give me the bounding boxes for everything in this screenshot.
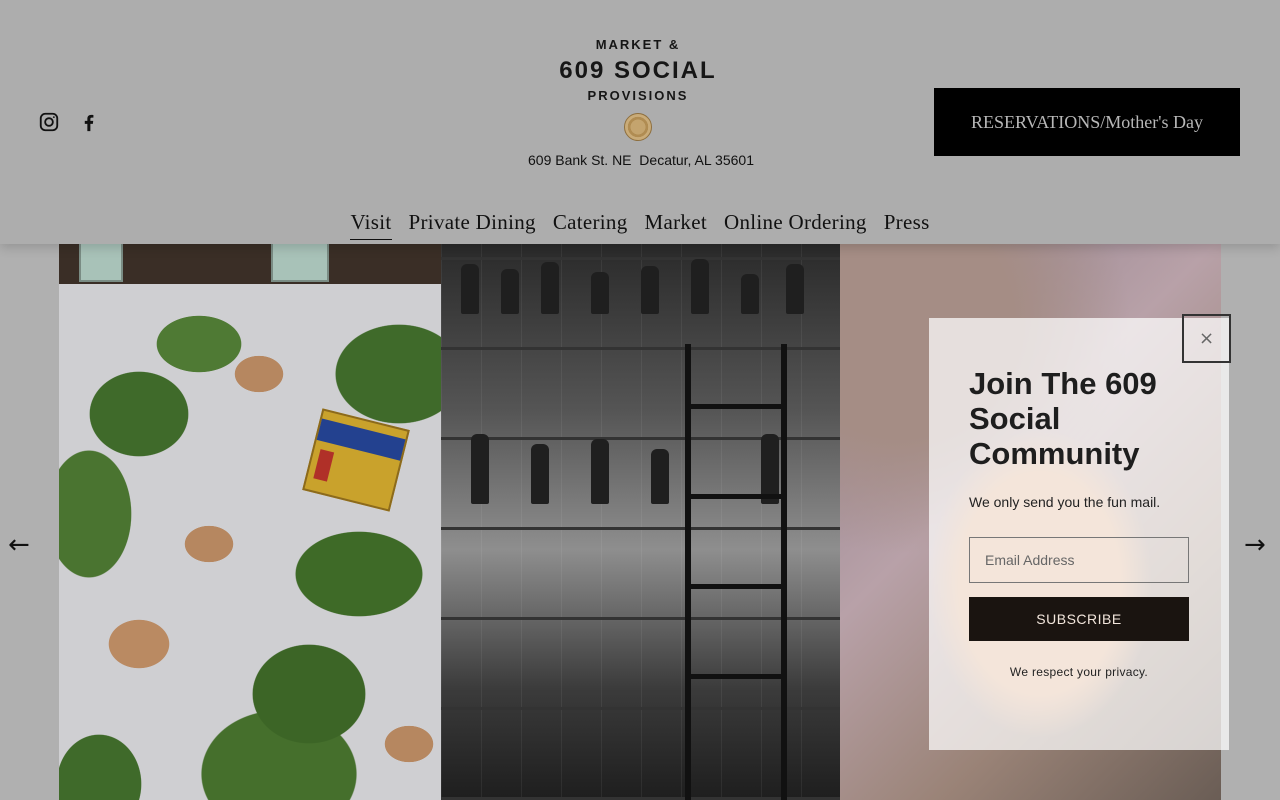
nav-item-catering[interactable]: Catering [553, 210, 628, 240]
bottle [471, 434, 489, 504]
bottle [651, 449, 669, 504]
nav-item-press[interactable]: Press [884, 210, 930, 240]
address: 609 Bank St. NE Decatur, AL 35601 [528, 152, 754, 168]
price-sign [271, 244, 329, 282]
gallery-image-bar [441, 244, 840, 800]
popup-title: Join The 609 Social Community [969, 366, 1157, 471]
bottle [641, 266, 659, 314]
email-field[interactable] [969, 537, 1189, 583]
seasoning-tin [302, 408, 410, 512]
bottle [541, 262, 559, 314]
logo-seal-icon [624, 113, 652, 141]
ladder-rung [685, 404, 787, 409]
bottle [741, 274, 759, 314]
ladder-rung [685, 494, 787, 499]
logo-line-2: 609 SOCIAL [559, 57, 717, 84]
tin-label [313, 449, 335, 482]
site-logo[interactable]: MARKET & 609 SOCIAL PROVISIONS [500, 36, 776, 141]
close-icon[interactable]: × [1182, 314, 1231, 363]
ladder-rail [685, 344, 691, 800]
instagram-icon[interactable] [38, 111, 60, 133]
nav-item-online-ordering[interactable]: Online Ordering [724, 210, 867, 240]
gallery-image-seafood [59, 244, 441, 800]
bottle [591, 272, 609, 314]
price-sign [79, 244, 123, 282]
social-links [38, 111, 100, 133]
site-header: MARKET & 609 SOCIAL PROVISIONS 609 Bank … [0, 0, 1280, 244]
popup-subtitle: We only send you the fun mail. [969, 494, 1161, 510]
bottle [531, 444, 549, 504]
bottle [786, 264, 804, 314]
main-nav: Visit Private Dining Catering Market Onl… [0, 210, 1280, 240]
nav-item-visit[interactable]: Visit [350, 210, 392, 240]
newsletter-popup: × Join The 609 Social Community We only … [929, 314, 1231, 750]
nav-item-market[interactable]: Market [645, 210, 707, 240]
nav-item-private-dining[interactable]: Private Dining [409, 210, 536, 240]
prev-arrow-icon[interactable]: ← [8, 530, 30, 560]
subscribe-button[interactable]: SUBSCRIBE [969, 597, 1189, 641]
bottle [591, 439, 609, 504]
reservations-button[interactable]: RESERVATIONS/Mother's Day [934, 88, 1240, 156]
facebook-icon[interactable] [78, 111, 100, 133]
ladder-rail [781, 344, 787, 800]
privacy-note: We respect your privacy. [1009, 665, 1149, 679]
logo-line-3: PROVISIONS [587, 88, 689, 103]
next-arrow-icon[interactable]: → [1244, 530, 1266, 560]
bottle [501, 269, 519, 314]
ladder-rung [685, 584, 787, 589]
bottle [691, 259, 709, 314]
ladder-rung [685, 674, 787, 679]
bottle [461, 264, 479, 314]
logo-line-1: MARKET & [595, 37, 681, 52]
